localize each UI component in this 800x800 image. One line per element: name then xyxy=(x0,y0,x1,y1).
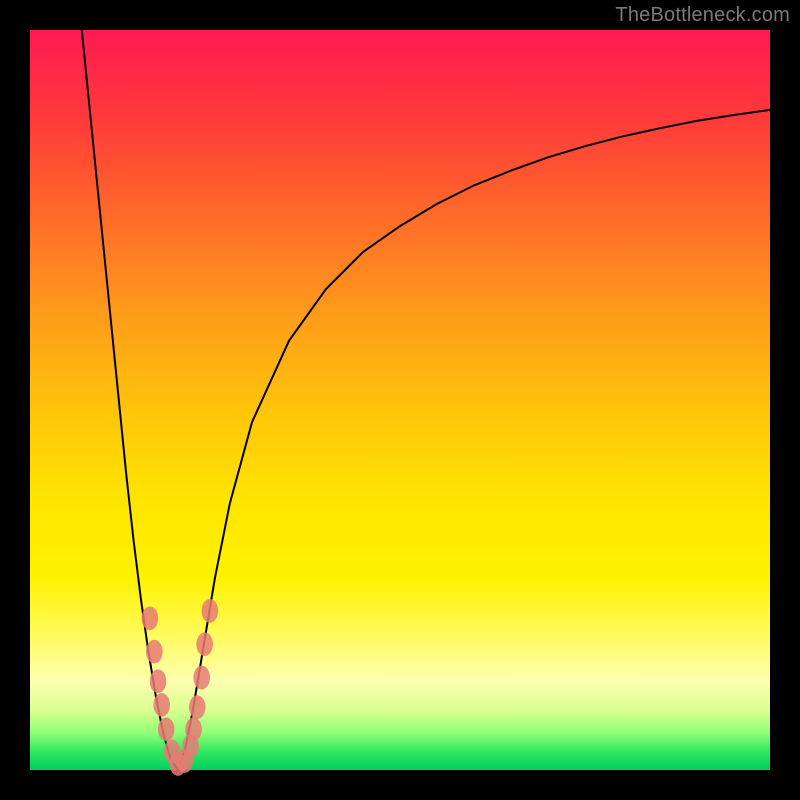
data-point xyxy=(142,606,159,630)
data-point xyxy=(153,693,170,717)
curve-right xyxy=(178,110,770,770)
chart-frame: TheBottleneck.com xyxy=(0,0,800,800)
data-point xyxy=(202,599,219,623)
data-point xyxy=(193,666,210,690)
data-point xyxy=(185,717,202,741)
data-point xyxy=(189,695,206,719)
data-point xyxy=(196,632,213,656)
data-point xyxy=(146,640,163,664)
curve-left xyxy=(82,30,178,770)
chart-plot-area xyxy=(30,30,770,770)
watermark-text: TheBottleneck.com xyxy=(615,4,790,27)
chart-svg xyxy=(30,30,770,770)
data-point xyxy=(158,717,175,741)
data-point xyxy=(150,669,167,693)
